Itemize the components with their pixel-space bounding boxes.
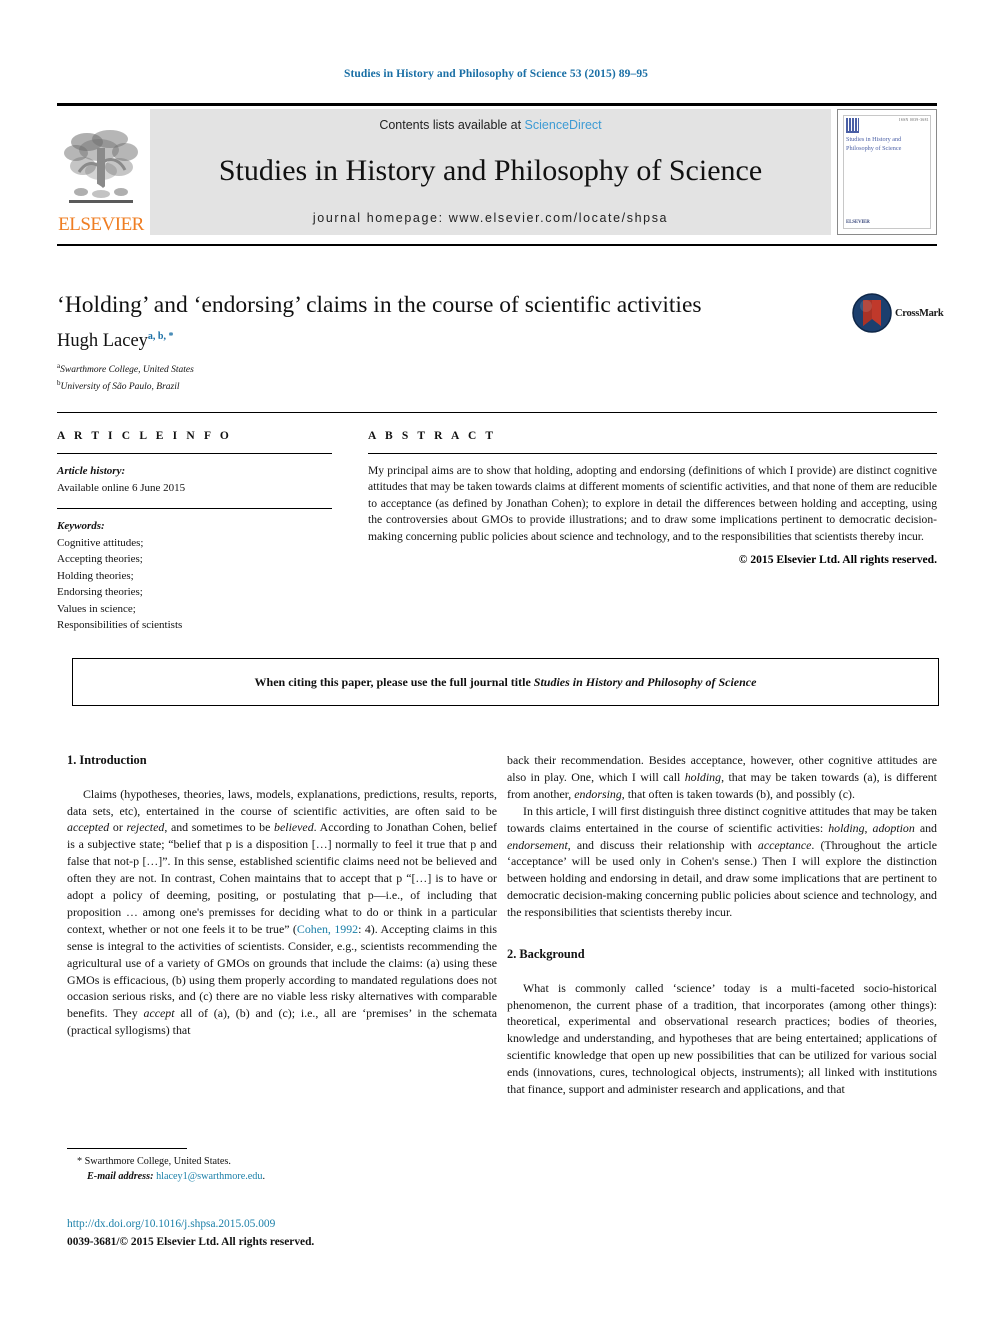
article-info-heading: A R T I C L E I N F O [57,430,232,442]
author-name: Hugh Lacey [57,331,148,352]
text-run: , and discuss their relationship with [567,837,758,852]
emphasis-run: endorsing [574,786,622,801]
author-affiliation-marks: a, b, * [147,331,174,342]
keyword-item: Accepting theories; [57,553,143,565]
keywords-label: Keywords: [57,520,105,532]
affiliation-list: aSwarthmore College, United States bUniv… [57,361,194,395]
text-run: . According to Jonathan Cohen, belief is… [67,820,497,936]
journal-band: Contents lists available at ScienceDirec… [150,109,831,235]
emphasis-run: endorsement [507,837,568,852]
article-history-group: Article history: Available online 6 June… [57,463,332,496]
author-line: Hugh Laceya, b, * [57,331,173,352]
text-run: or [109,820,127,835]
sciencedirect-link[interactable]: ScienceDirect [525,118,602,132]
journal-masthead: ELSEVIER Contents lists available at Sci… [57,103,937,235]
paragraph-intro-continued: back their recommendation. Besides accep… [507,752,937,803]
paragraph-background-1: What is commonly called ‘science’ today … [507,980,937,1097]
footnote-email-link[interactable]: hlacey1@swarthmore.edu [156,1171,262,1182]
keyword-item: Responsibilities of scientists [57,619,183,631]
text-run: , that often is taken towards (b), and p… [621,786,855,801]
affiliation-b-text: University of São Paulo, Brazil [60,382,180,393]
abstract-rule [368,453,937,454]
crossmark-badge[interactable]: CrossMark [852,292,944,334]
cover-title: Studies in History and Philosophy of Sci… [846,136,902,152]
article-info-column: A R T I C L E I N F O Article history: A… [57,430,332,634]
citation-link-cohen-1992[interactable]: Cohen, 1992 [297,922,358,936]
journal-title: Studies in History and Philosophy of Sci… [218,153,763,187]
emphasis-run: accepted [67,820,110,835]
abstract-column: A B S T R A C T My principal aims are to… [368,430,937,566]
keyword-item: Holding theories; [57,569,134,582]
paragraph-intro-2: In this article, I will first distinguis… [507,803,937,921]
body-column-left: 1. Introduction Claims (hypotheses, theo… [67,752,497,1039]
paragraph-intro-1: Claims (hypotheses, theories, laws, mode… [67,786,497,1040]
footer-doi-block: http://dx.doi.org/10.1016/j.shpsa.2015.0… [67,1216,497,1251]
emphasis-run: acceptance [757,837,812,852]
footnote-address: Swarthmore College, United States. [84,1156,231,1167]
keywords-group: Keywords: Cognitive attitudes; Accepting… [57,518,332,634]
contents-available-line: Contents lists available at ScienceDirec… [379,118,601,132]
text-run: Claims (hypotheses, theories, laws, mode… [67,786,497,818]
emphasis-run: holding [684,769,722,784]
cover-footer-line [846,213,870,219]
elsevier-logo: ELSEVIER [57,109,145,235]
cover-footer-elsevier: ELSEVIER [846,220,870,225]
footnote-email-line: E-mail address: hlacey1@swarthmore.edu. [67,1169,497,1184]
citing-note-text: When citing this paper, please use the f… [255,675,757,690]
cover-logo-icon [846,118,859,133]
cover-footer-brand: ELSEVIER [846,213,870,227]
citing-note-journal: Studies in History and Philosophy of Sci… [533,674,757,689]
text-run: , [864,820,873,835]
doi-link[interactable]: http://dx.doi.org/10.1016/j.shpsa.2015.0… [67,1218,275,1230]
citing-note-prefix: When citing this paper, please use the f… [254,674,534,689]
abstract-heading: A B S T R A C T [368,430,497,442]
cover-issn-code: ISSN 0039-3681 [899,118,929,122]
contents-prefix: Contents lists available at [379,118,525,132]
journal-article-page: Studies in History and Philosophy of Sci… [0,0,992,1323]
abstract-copyright: © 2015 Elsevier Ltd. All rights reserved… [738,553,937,567]
affiliation-a: aSwarthmore College, United States [57,361,194,378]
elsevier-wordmark: ELSEVIER [58,214,144,235]
crossmark-icon [852,293,892,333]
emphasis-run: holding [828,820,865,835]
text-run: and [914,820,937,835]
issn-copyright-line: 0039-3681/© 2015 Elsevier Ltd. All right… [67,1235,315,1248]
article-history-label: Article history: [57,465,126,477]
article-history-value: Available online 6 June 2015 [57,481,186,494]
emphasis-run: accept [143,1006,175,1021]
keyword-item: Values in science; [57,602,136,615]
footnote-marker: * [77,1156,83,1167]
title-divider [57,244,937,246]
citing-note-box: When citing this paper, please use the f… [72,658,939,706]
section-heading-background: 2. Background [507,947,585,962]
emphasis-run: rejected [126,820,165,835]
footnote-address-line: * Swarthmore College, United States. [67,1154,497,1169]
footnote-email-suffix: . [262,1171,266,1183]
keyword-item: Cognitive attitudes; [57,536,144,549]
keywords-rule [57,508,332,509]
body-column-right: back their recommendation. Besides accep… [507,752,937,1098]
footnote-email-label: E-mail address: [87,1171,154,1183]
journal-homepage-line[interactable]: journal homepage: www.elsevier.com/locat… [313,211,668,225]
article-info-rule [57,453,332,454]
journal-cover-thumbnail[interactable]: ISSN 0039-3681 Studies in History and Ph… [837,109,937,235]
article-title: ‘Holding’ and ‘endorsing’ claims in the … [57,292,702,318]
affiliation-a-text: Swarthmore College, United States [60,365,194,376]
emphasis-run: believed [274,820,314,835]
elsevier-tree-icon [64,130,138,203]
info-divider [57,412,937,413]
footnote-divider [67,1148,187,1149]
running-head: Studies in History and Philosophy of Sci… [343,68,649,80]
keyword-item: Endorsing theories; [57,586,143,598]
emphasis-run: adoption [872,820,915,835]
crossmark-label: CrossMark [895,307,944,319]
footnote-block: * Swarthmore College, United States. E-m… [67,1148,497,1185]
affiliation-b: bUniversity of São Paulo, Brazil [57,378,194,395]
section-heading-introduction: 1. Introduction [67,753,147,767]
text-run: , and sometimes to be [164,820,275,835]
abstract-body: My principal aims are to show that holdi… [368,464,937,543]
